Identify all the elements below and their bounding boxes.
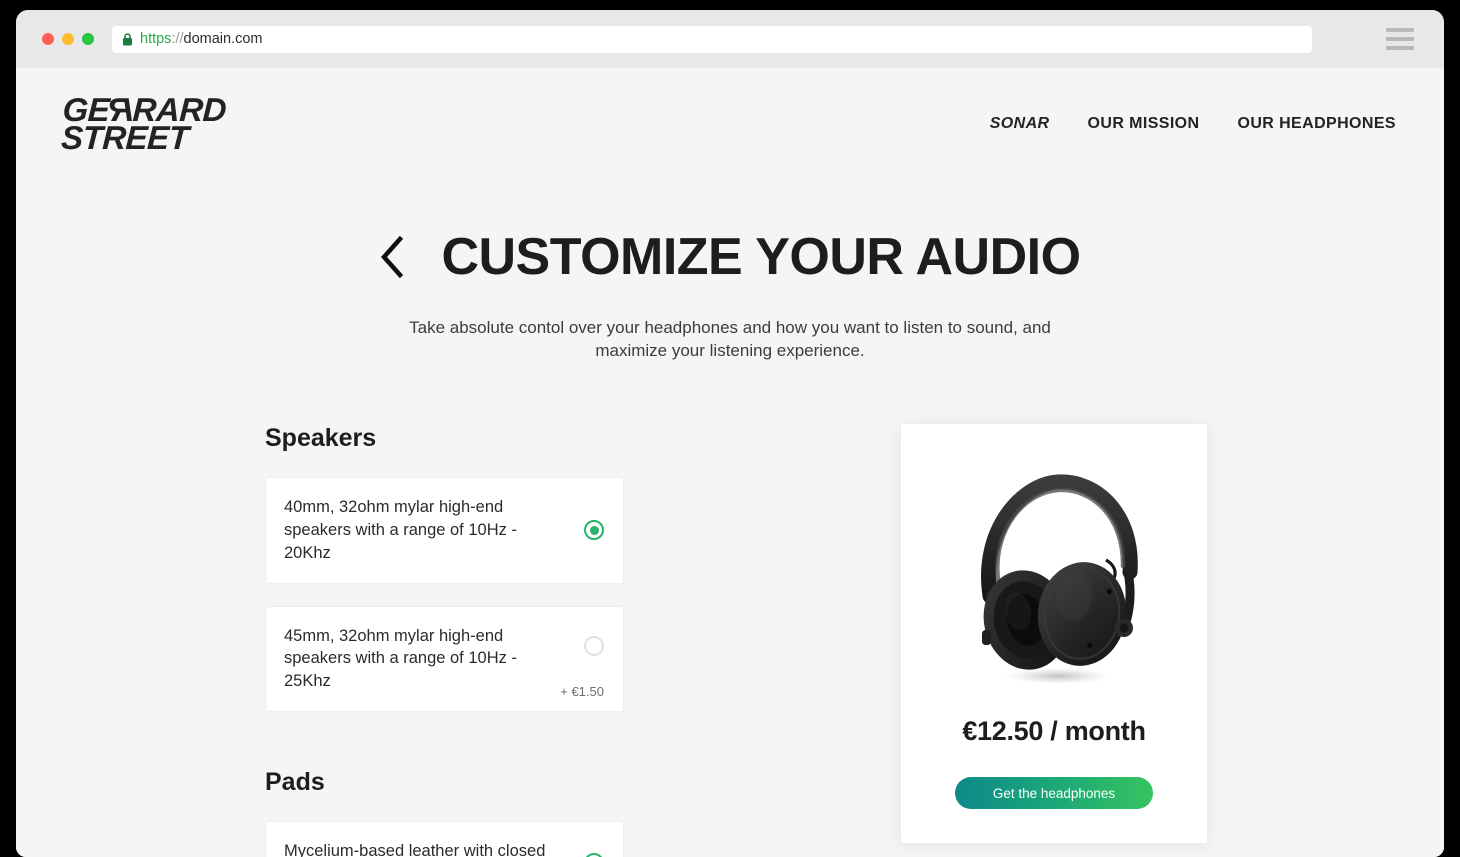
window-controls [42,33,94,45]
nav-link-our-headphones[interactable]: OUR HEADPHONES [1237,115,1396,133]
option-card-pad-mycelium[interactable]: Mycelium-based leather with closed back [265,820,624,857]
options-column: Speakers 40mm, 32ohm mylar high-end spea… [62,424,624,857]
browser-window: https :// domain.com GERRARD STREET SONA… [16,10,1444,857]
option-label: 40mm, 32ohm mylar high-end speakers with… [284,498,517,562]
hamburger-bar [1386,28,1414,32]
page-title: CUSTOMIZE YOUR AUDIO [441,228,1081,287]
url-scheme: https [140,31,172,47]
nav-link-our-mission[interactable]: OUR MISSION [1088,115,1200,133]
close-window-button[interactable] [42,33,54,45]
brand-logo[interactable]: GERRARD STREET [60,91,227,156]
minimize-window-button[interactable] [62,33,74,45]
chevron-left-icon[interactable] [379,236,405,279]
section-title-pads: Pads [265,767,325,796]
headphones-product-image [925,454,1183,706]
page-subtitle: Take absolute contol over your headphone… [409,318,1051,360]
product-summary-card: €12.50 / month Get the headphones [901,424,1207,844]
section-pads: Pads Mycelium-based leather with closed … [265,768,624,857]
hamburger-menu-icon[interactable] [1386,28,1414,50]
option-label: 45mm, 32ohm mylar high-end speakers with… [284,626,517,691]
option-card-speaker-45mm[interactable]: 45mm, 32ohm mylar high-end speakers with… [265,605,624,712]
get-the-headphones-button[interactable]: Get the headphones [955,777,1153,810]
content-columns: Speakers 40mm, 32ohm mylar high-end spea… [16,424,1444,857]
address-bar[interactable]: https :// domain.com [112,25,1312,53]
radio-button-selected[interactable] [584,520,604,541]
option-card-speaker-40mm[interactable]: 40mm, 32ohm mylar high-end speakers with… [265,477,624,584]
lock-icon [122,32,133,46]
url-separator: :// [171,31,184,47]
hero-section: CUSTOMIZE YOUR AUDIO Take absolute conto… [16,227,1444,362]
radio-button-selected[interactable] [584,852,604,857]
page-title-row: CUSTOMIZE YOUR AUDIO [16,227,1444,287]
product-price: €12.50 / month [962,716,1146,747]
option-label: Mycelium-based leather with closed back [284,841,546,857]
main-navigation: SONAR OUR MISSION OUR HEADPHONES [990,115,1396,133]
site-header: GERRARD STREET SONAR OUR MISSION OUR HEA… [16,68,1444,156]
maximize-window-button[interactable] [82,33,94,45]
url-host: domain.com [183,31,263,47]
hamburger-bar [1386,37,1414,41]
hamburger-bar [1386,46,1414,50]
browser-chrome-bar: https :// domain.com [16,10,1444,68]
nav-link-sonar[interactable]: SONAR [990,115,1050,133]
product-column: €12.50 / month Get the headphones [710,424,1398,844]
section-title-speakers: Speakers [265,424,377,453]
option-price: + €1.50 [560,683,604,699]
page-content: GERRARD STREET SONAR OUR MISSION OUR HEA… [16,68,1444,857]
section-speakers: Speakers 40mm, 32ohm mylar high-end spea… [265,424,624,712]
radio-button-unselected[interactable] [584,635,604,656]
